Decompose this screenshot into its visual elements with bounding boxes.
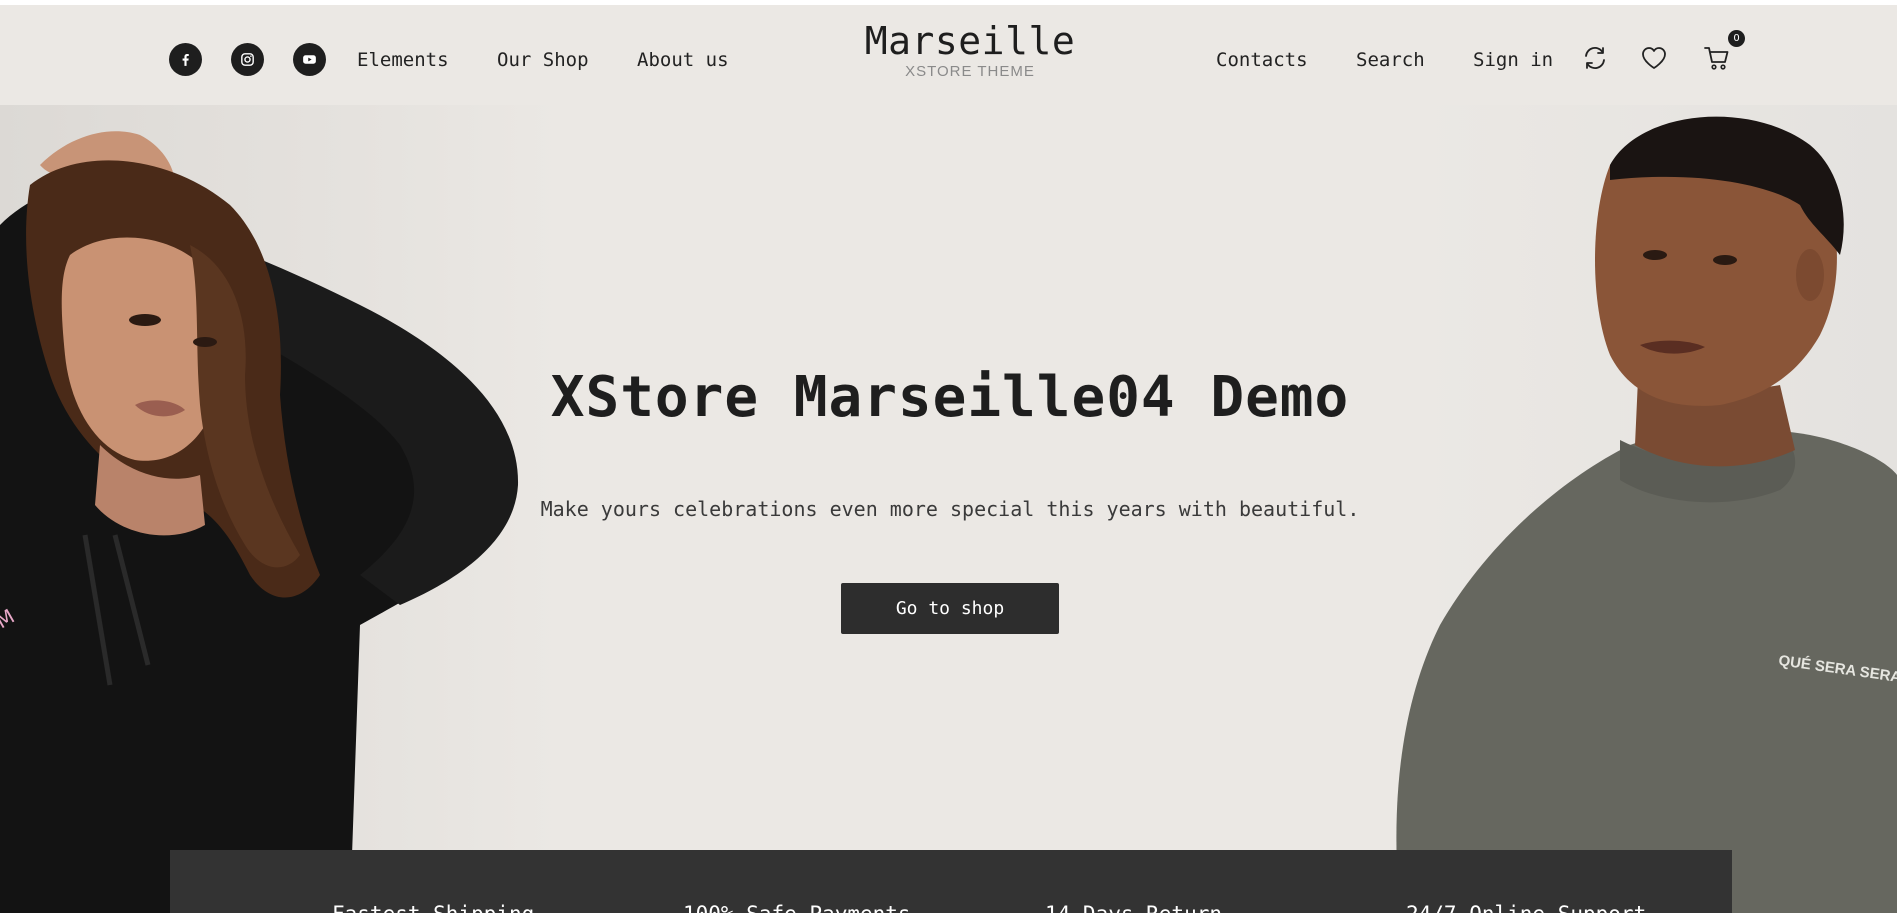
logo-title: Marseille <box>864 19 1076 63</box>
feature-fastest-shipping: Fastest Shipping <box>332 902 534 913</box>
hero-banner: M QUÉ SERA SERA XStore Marseille04 Demo … <box>0 105 1897 913</box>
facebook-icon[interactable] <box>169 43 202 76</box>
site-logo[interactable]: Marseille XSTORE THEME <box>810 19 1130 81</box>
compare-refresh-icon[interactable] <box>1578 41 1612 75</box>
cart-icon[interactable] <box>1700 41 1734 75</box>
instagram-icon[interactable] <box>231 43 264 76</box>
site-header: Elements Our Shop About us Marseille XST… <box>0 5 1897 105</box>
nav-search[interactable]: Search <box>1356 49 1425 71</box>
youtube-icon[interactable] <box>293 43 326 76</box>
feature-online-support: 24/7 Online Support <box>1406 902 1646 913</box>
hero-subtitle: Make yours celebrations even more specia… <box>540 497 1360 521</box>
nav-about-us[interactable]: About us <box>637 49 729 71</box>
logo-subtitle: XSTORE THEME <box>905 63 1035 80</box>
nav-sign-in[interactable]: Sign in <box>1473 49 1553 71</box>
cart-count-badge: 0 <box>1728 30 1745 47</box>
feature-days-return: 14 Days Return <box>1045 902 1222 913</box>
nav-contacts[interactable]: Contacts <box>1216 49 1308 71</box>
feature-safe-payments: 100% Safe Payments <box>683 902 911 913</box>
features-bar: Fastest Shipping 100% Safe Payments 14 D… <box>170 850 1732 913</box>
wishlist-heart-icon[interactable] <box>1637 41 1671 75</box>
nav-our-shop[interactable]: Our Shop <box>497 49 589 71</box>
nav-elements[interactable]: Elements <box>357 49 449 71</box>
hero-title: XStore Marseille04 Demo <box>550 365 1350 430</box>
go-to-shop-button[interactable]: Go to shop <box>841 583 1059 634</box>
